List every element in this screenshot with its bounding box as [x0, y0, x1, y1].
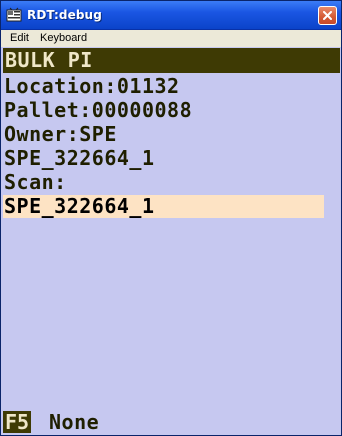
- menu-keyboard[interactable]: Keyboard: [39, 32, 88, 45]
- window-title: RDT:debug: [27, 8, 102, 22]
- item-line: SPE_322664_1: [4, 146, 155, 170]
- menu-bar: Edit Keyboard: [1, 30, 341, 47]
- owner-line: Owner:SPE: [4, 122, 117, 146]
- close-icon: [323, 11, 332, 20]
- screen-title: BULK PI: [5, 48, 93, 72]
- screen-header: BULK PI: [3, 48, 340, 73]
- menu-edit[interactable]: Edit: [9, 32, 30, 45]
- title-bar[interactable]: RDT:debug: [1, 1, 341, 30]
- location-line: Location:01132: [4, 74, 180, 98]
- rdt-window: RDT:debug Edit Keyboard BULK PI Location…: [0, 0, 342, 436]
- scan-input[interactable]: [3, 195, 324, 218]
- pallet-line: Pallet:00000088: [4, 98, 193, 122]
- rdt-app-icon: [6, 7, 22, 23]
- f5-key-label: None: [49, 410, 100, 434]
- close-button[interactable]: [318, 6, 337, 25]
- f5-key-badge[interactable]: F5: [3, 411, 32, 433]
- scan-label: Scan:: [4, 170, 67, 194]
